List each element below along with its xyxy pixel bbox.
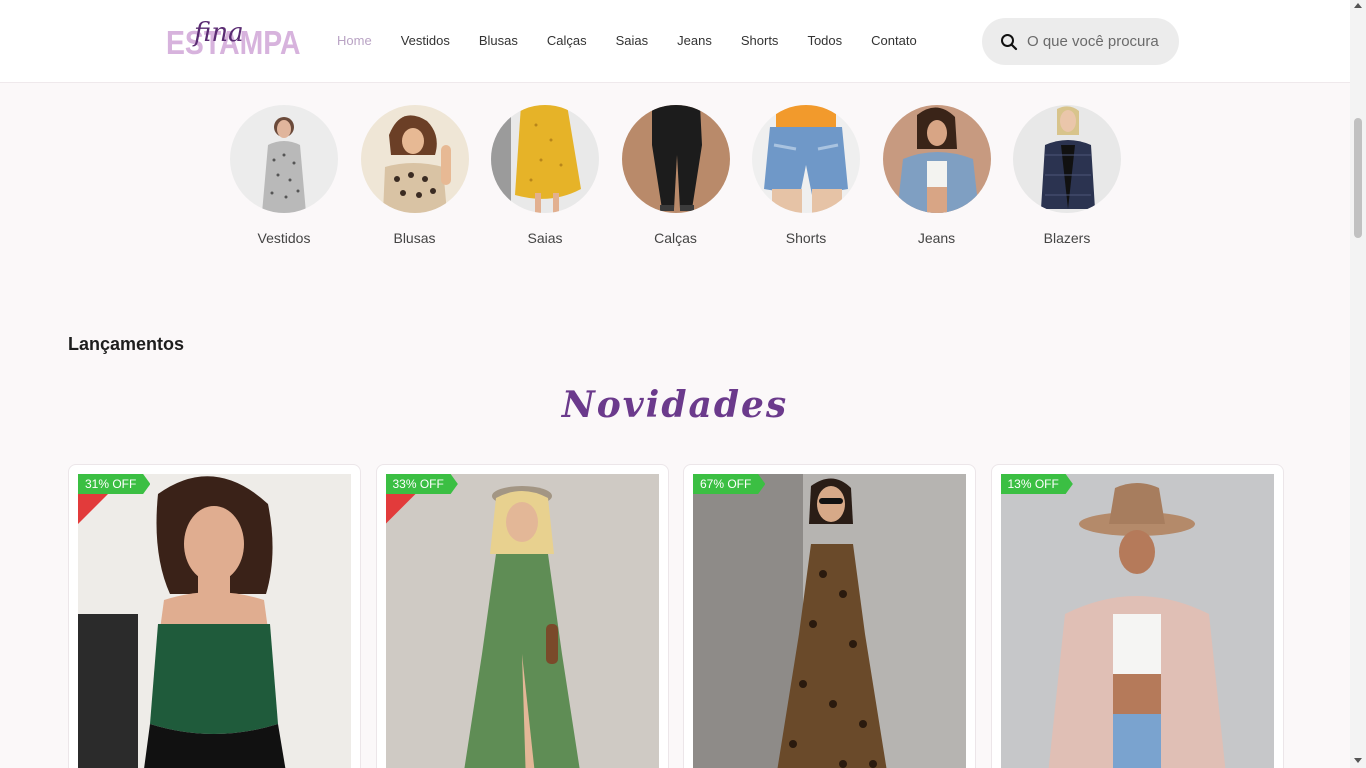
product-card[interactable]: 67% OFF (683, 464, 976, 768)
nav-vestidos[interactable]: Vestidos (401, 33, 450, 48)
category-calcas[interactable]: Calças (621, 105, 730, 246)
product-card[interactable]: 31% OFF (68, 464, 361, 768)
category-list: Vestidos Blusas Saias Calças Shorts Jean… (230, 105, 1144, 246)
product-image[interactable] (1000, 474, 1274, 768)
scroll-thumb[interactable] (1354, 118, 1362, 238)
nav-home[interactable]: Home (337, 33, 372, 48)
category-image (882, 105, 991, 213)
product-grid: 31% OFF 33% OFF 67% OFF 13% OFF (68, 464, 1298, 768)
scroll-up-arrow-icon[interactable] (1354, 3, 1362, 8)
discount-badge: 67% OFF (693, 474, 766, 494)
category-image (491, 105, 599, 213)
category-label: Jeans (917, 230, 956, 246)
category-shorts[interactable]: Shorts (752, 105, 860, 246)
category-image (752, 105, 860, 213)
nav-shorts[interactable]: Shorts (741, 33, 779, 48)
novidades-heading: Novidades (561, 384, 789, 426)
category-saias[interactable]: Saias (491, 105, 599, 246)
site-logo[interactable]: ESTAMPA fina (166, 18, 301, 62)
nav-saias[interactable]: Saias (616, 33, 649, 48)
category-label: Shorts (785, 230, 827, 246)
category-image (1013, 105, 1121, 213)
section-title: Lançamentos (68, 334, 185, 354)
category-label: Blazers (1043, 230, 1091, 246)
discount-badge: 33% OFF (385, 474, 458, 494)
discount-badge: 31% OFF (78, 474, 151, 494)
scroll-down-arrow-icon[interactable] (1354, 758, 1362, 763)
product-card[interactable]: 33% OFF (375, 464, 669, 768)
product-image[interactable] (385, 474, 659, 768)
site-header: ESTAMPA fina Home Vestidos Blusas Calças… (0, 0, 1350, 83)
nav-jeans[interactable]: Jeans (677, 33, 712, 48)
logo-script: fina (194, 18, 244, 48)
nav-todos[interactable]: Todos (807, 33, 842, 48)
product-card[interactable]: 13% OFF (990, 464, 1284, 768)
nav-contato[interactable]: Contato (871, 33, 917, 48)
category-label: Blusas (393, 230, 436, 246)
category-image (621, 105, 730, 213)
page-scrollbar[interactable] (1350, 0, 1366, 768)
main-nav: Home Vestidos Blusas Calças Saias Jeans … (337, 33, 946, 48)
category-vestidos[interactable]: Vestidos (230, 105, 338, 246)
search-box[interactable] (982, 18, 1179, 65)
nav-blusas[interactable]: Blusas (479, 33, 518, 48)
nav-calcas[interactable]: Calças (547, 33, 587, 48)
category-label: Vestidos (257, 230, 311, 246)
category-blazers[interactable]: Blazers (1013, 105, 1121, 246)
category-image (230, 105, 338, 213)
discount-badge: 13% OFF (1000, 474, 1073, 494)
search-icon[interactable] (1000, 33, 1018, 51)
search-input[interactable] (1027, 33, 1172, 50)
category-label: Calças (654, 230, 697, 246)
category-label: Saias (527, 230, 563, 246)
product-image[interactable] (78, 474, 351, 768)
product-image[interactable] (693, 474, 966, 768)
category-blusas[interactable]: Blusas (360, 105, 469, 246)
category-image (360, 105, 469, 213)
category-jeans[interactable]: Jeans (882, 105, 991, 246)
